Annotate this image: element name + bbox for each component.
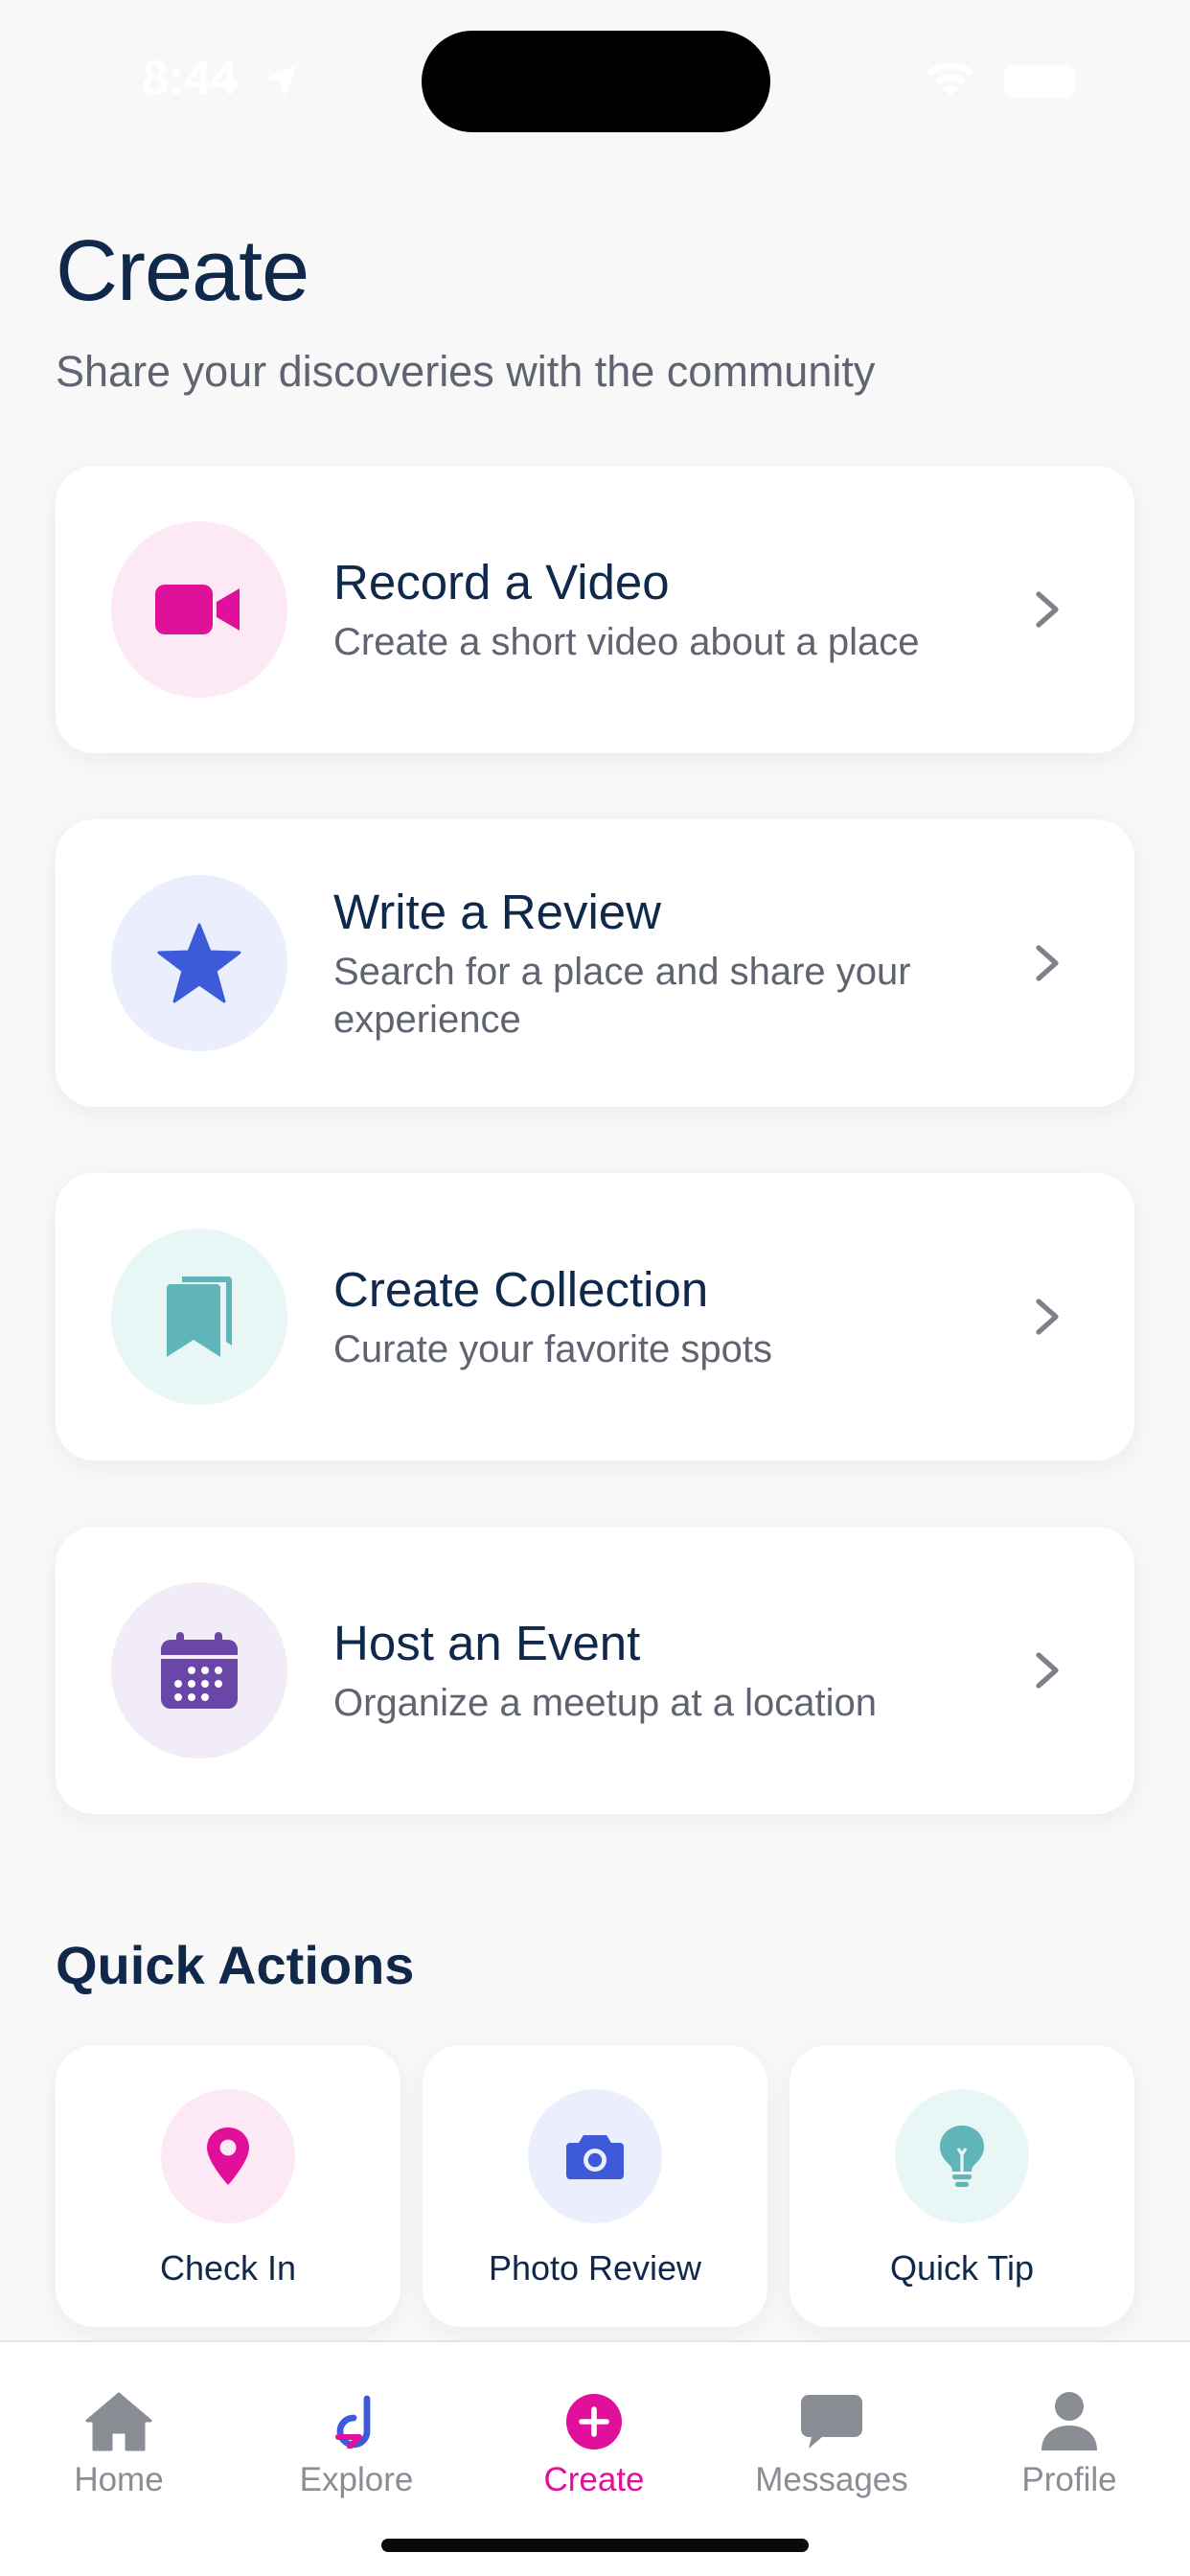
status-time: 8:44 xyxy=(142,51,239,104)
explore-logo-icon xyxy=(318,2388,395,2455)
lightbulb-icon xyxy=(940,2126,984,2187)
tab-create[interactable]: Create xyxy=(475,2342,713,2534)
battery-icon xyxy=(1004,65,1075,98)
person-icon xyxy=(1031,2388,1108,2455)
video-camera-icon xyxy=(155,585,240,634)
wifi-icon xyxy=(927,62,973,96)
plus-circle-icon xyxy=(556,2388,632,2455)
card-title: Write a Review xyxy=(333,885,661,940)
tab-messages[interactable]: Messages xyxy=(713,2342,950,2534)
photo-review-button[interactable]: Photo Review xyxy=(423,2045,767,2327)
status-bar: 8:44 xyxy=(0,0,1190,163)
card-description: Search for a place and share your experi… xyxy=(333,950,911,1041)
page-title: Create xyxy=(56,223,309,319)
quick-tip-button[interactable]: Quick Tip xyxy=(790,2045,1134,2327)
tab-label: Profile xyxy=(1021,2461,1117,2498)
check-in-button[interactable]: Check In xyxy=(56,2045,400,2327)
card-description: Curate your favorite spots xyxy=(333,1327,772,1370)
chevron-right-icon xyxy=(1036,591,1059,628)
quick-action-label: Quick Tip xyxy=(889,2248,1035,2288)
card-description: Create a short video about a place xyxy=(333,620,920,663)
page-subtitle: Share your discoveries with the communit… xyxy=(56,347,876,396)
tab-label: Create xyxy=(543,2461,645,2498)
card-title: Record a Video xyxy=(333,555,670,610)
record-video-text: Record a Video Create a short video abou… xyxy=(333,466,1000,753)
check-in-icon-circle xyxy=(161,2089,295,2223)
chevron-right-icon xyxy=(1036,1299,1059,1335)
host-event-icon-circle xyxy=(111,1582,287,1759)
chevron-right-icon xyxy=(1036,1652,1059,1689)
write-review-card[interactable]: Write a Review Search for a place and sh… xyxy=(56,819,1134,1107)
location-arrow-icon xyxy=(265,64,298,97)
record-video-icon-circle xyxy=(111,521,287,698)
location-pin-icon xyxy=(207,2128,249,2185)
host-event-card[interactable]: Host an Event Organize a meetup at a loc… xyxy=(56,1527,1134,1814)
write-review-icon-circle xyxy=(111,875,287,1051)
create-collection-icon-circle xyxy=(111,1229,287,1405)
tab-profile[interactable]: Profile xyxy=(950,2342,1188,2534)
create-collection-text: Create Collection Curate your favorite s… xyxy=(333,1173,1000,1460)
star-icon xyxy=(157,923,241,1003)
camera-icon xyxy=(566,2135,624,2179)
bookmarks-icon xyxy=(167,1276,232,1357)
tab-explore[interactable]: Explore xyxy=(238,2342,475,2534)
chat-bubble-icon xyxy=(793,2388,870,2455)
home-icon xyxy=(80,2388,157,2455)
tab-home[interactable]: Home xyxy=(0,2342,238,2534)
card-title: Host an Event xyxy=(333,1616,641,1671)
home-indicator xyxy=(381,2539,809,2552)
quick-action-label: Check In xyxy=(159,2248,297,2288)
host-event-text: Host an Event Organize a meetup at a loc… xyxy=(333,1527,1000,1814)
card-title: Create Collection xyxy=(333,1262,709,1318)
create-collection-card[interactable]: Create Collection Curate your favorite s… xyxy=(56,1173,1134,1460)
dynamic-island xyxy=(422,31,770,132)
quick-actions-title: Quick Actions xyxy=(56,1935,415,1995)
write-review-text: Write a Review Search for a place and sh… xyxy=(333,819,1000,1107)
chevron-right-icon xyxy=(1036,945,1059,981)
card-description: Organize a meetup at a location xyxy=(333,1681,878,1724)
tab-label: Home xyxy=(74,2461,164,2498)
record-video-card[interactable]: Record a Video Create a short video abou… xyxy=(56,466,1134,753)
calendar-icon xyxy=(161,1632,238,1709)
tab-label: Explore xyxy=(299,2461,414,2498)
tab-label: Messages xyxy=(755,2461,908,2498)
quick-tip-icon-circle xyxy=(895,2089,1029,2223)
quick-action-label: Photo Review xyxy=(488,2248,702,2288)
photo-review-icon-circle xyxy=(528,2089,662,2223)
